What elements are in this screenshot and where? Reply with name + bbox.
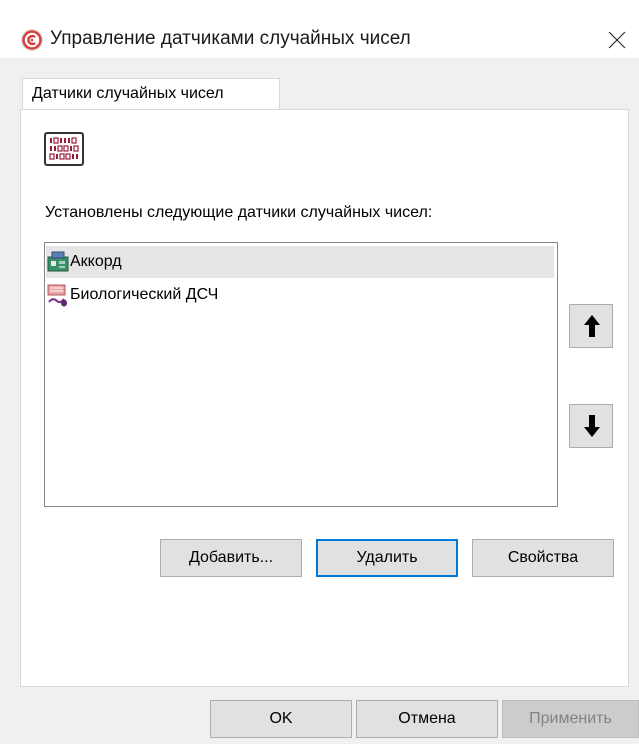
move-down-button[interactable] <box>569 404 613 448</box>
title-bar[interactable]: Управление датчиками случайных чисел <box>0 0 639 58</box>
list-item[interactable]: Аккорд <box>46 246 554 278</box>
ok-button[interactable]: OK <box>210 700 352 738</box>
window-title: Управление датчиками случайных чисел <box>50 28 411 49</box>
tab-random-number-generators[interactable]: Датчики случайных чисел <box>22 78 280 110</box>
random-number-generator-icon <box>44 132 84 166</box>
keyboard-mouse-icon <box>47 284 69 307</box>
remove-button[interactable]: Удалить <box>316 539 458 577</box>
installed-generators-label: Установлены следующие датчики случайных … <box>45 204 433 221</box>
close-button[interactable] <box>594 20 639 58</box>
move-up-button[interactable] <box>569 304 613 348</box>
list-item-label: Биологический ДСЧ <box>70 286 219 303</box>
properties-button[interactable]: Свойства <box>472 539 614 577</box>
circle-logo-icon <box>22 30 42 50</box>
list-item[interactable]: Биологический ДСЧ <box>46 279 554 311</box>
cancel-button[interactable]: Отмена <box>356 700 498 738</box>
hardware-board-icon <box>47 251 69 273</box>
generators-listbox[interactable]: Аккорд Биологический ДСЧ <box>44 242 558 507</box>
dialog-window: Управление датчиками случайных чисел Дат… <box>0 0 639 744</box>
add-button[interactable]: Добавить... <box>160 539 302 577</box>
apply-button[interactable]: Применить <box>502 700 639 738</box>
list-item-label: Аккорд <box>70 253 122 270</box>
